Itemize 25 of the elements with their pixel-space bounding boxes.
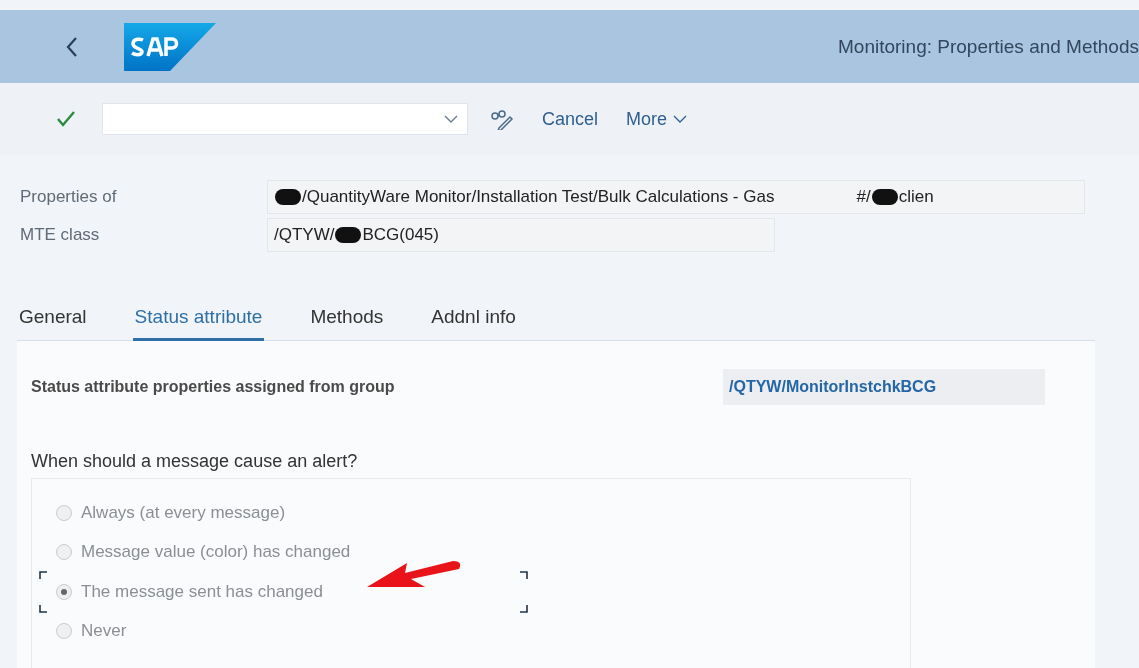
value-field: /QTYW/ BCG(045) [267, 218, 775, 252]
window-title: Monitoring: Properties and Methods [838, 35, 1139, 58]
cancel-button[interactable]: Cancel [534, 104, 607, 134]
redaction-mark [335, 227, 362, 243]
field-label: MTE class [19, 225, 101, 245]
tab[interactable]: Methods [308, 298, 386, 341]
group-link[interactable]: /QTYW/MonitorInstchkBCG [723, 369, 1045, 405]
field-label: Properties of [19, 187, 118, 207]
tab[interactable]: General [17, 298, 89, 341]
option-label: Never [81, 621, 127, 642]
command-field[interactable] [102, 103, 468, 135]
dropdown-icon[interactable] [443, 114, 459, 124]
tab[interactable]: Addnl info [429, 298, 518, 341]
group-label: Status attribute properties assigned from group [31, 378, 396, 396]
option-label: Always (at every message) [81, 502, 286, 523]
redaction-mark [275, 189, 301, 205]
logo-icon [124, 22, 216, 71]
option-label: The message sent has changed [81, 581, 323, 602]
pencil-glasses-icon[interactable] [490, 108, 514, 130]
option-label: Message value (color) has changed [81, 542, 351, 563]
value-field: /QuantityWare Monitor/Installation Test/Bulk Calculations - Gas #/ clien [267, 180, 1085, 214]
question-label: When should a message cause an alert? [31, 451, 359, 472]
more-menu-button[interactable]: More [618, 104, 696, 134]
chevron-down-icon [673, 114, 688, 124]
redaction-mark [871, 189, 898, 205]
